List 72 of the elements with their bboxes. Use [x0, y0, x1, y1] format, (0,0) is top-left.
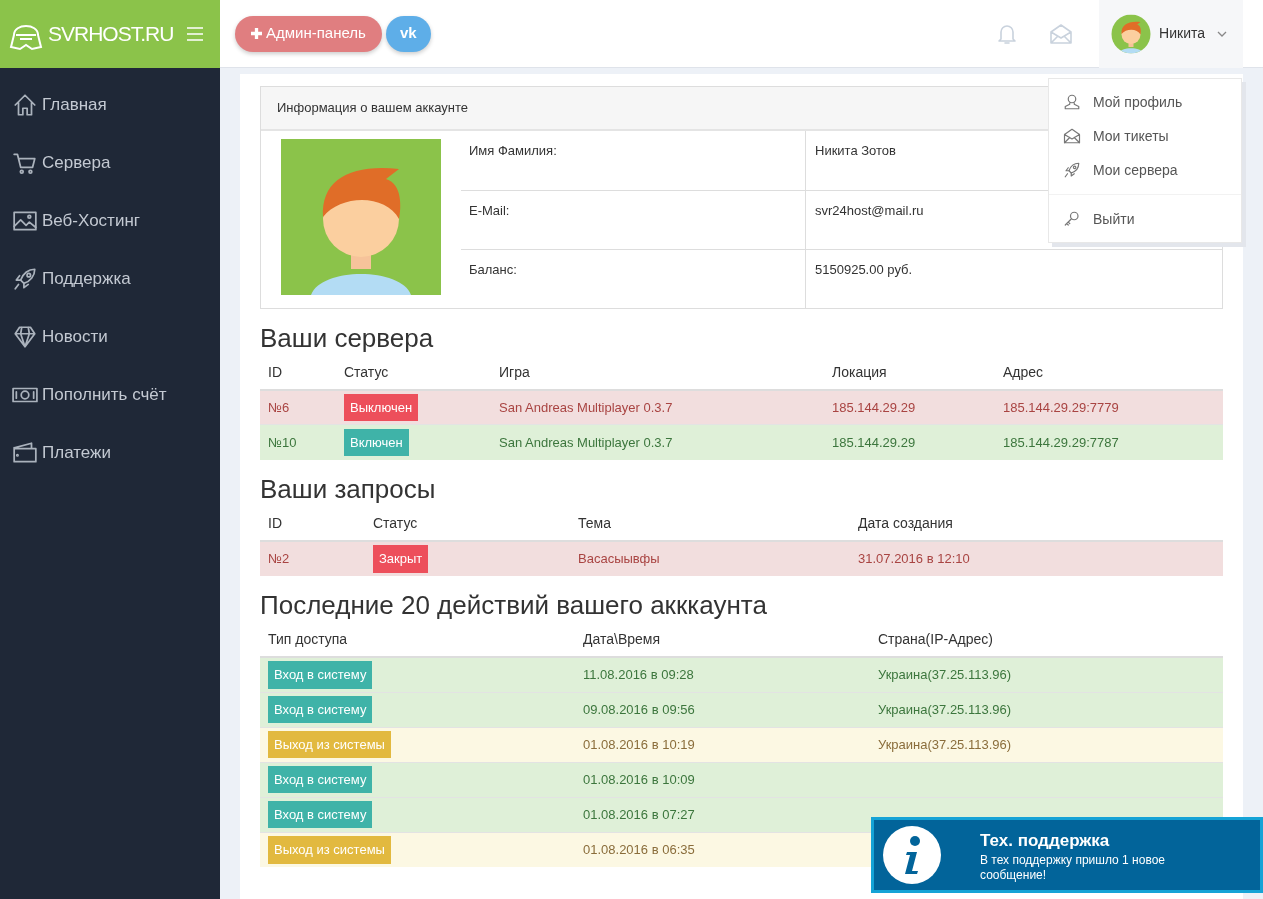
table-cell: San Andreas Multiplayer 0.3.7: [499, 399, 673, 415]
sidebar-item[interactable]: Новости: [0, 308, 220, 366]
caret-icon: [1217, 30, 1227, 37]
table-cell: Васасыывфы: [578, 551, 660, 567]
access-label: Вход в систему: [268, 800, 373, 829]
sidebar-item[interactable]: Веб-Хостинг: [0, 192, 220, 250]
column-header: Статус: [336, 357, 491, 390]
column-header: ID: [260, 357, 336, 390]
column-header: Тема: [570, 508, 850, 541]
access-label: Вход в систему: [268, 661, 373, 689]
table-cell: №6: [268, 399, 290, 415]
menu-icon[interactable]: [186, 26, 204, 42]
user-icon: [1063, 93, 1081, 111]
status-label: Включен: [344, 428, 409, 457]
table-cell: 185.144.29.29: [832, 399, 916, 415]
section-title: Ваши запросы: [260, 473, 437, 505]
table-cell: №2: [268, 551, 290, 567]
table-cell: San Andreas Multiplayer 0.3.7: [499, 434, 673, 450]
table-cell: 01.08.2016 в 07:27: [583, 806, 695, 822]
table-cell: Украина(37.25.113.96): [878, 667, 1012, 683]
envelope-icon: [1063, 127, 1081, 145]
table-cell: 09.08.2016 в 09:56: [583, 701, 695, 717]
table-cell: 185.144.29.29:7787: [1003, 434, 1119, 450]
info-icon: [882, 825, 942, 885]
logo-text: SVRHOST.RU: [48, 21, 174, 48]
table-cell: Украина(37.25.113.96): [878, 701, 1012, 717]
column-header: Локация: [824, 357, 995, 390]
rocket-icon: [1063, 161, 1081, 179]
column-header: Игра: [491, 357, 824, 390]
section-title: Последние 20 действий вашего акккаунта: [260, 589, 768, 622]
plus-icon: [251, 28, 262, 40]
user-name: Никита: [1159, 24, 1205, 43]
sidebar-item[interactable]: Платежи: [0, 424, 220, 482]
column-header: Статус: [365, 508, 570, 541]
column-header: ID: [260, 508, 365, 541]
field-label: E-Mail:: [461, 189, 805, 249]
access-label: Вход в систему: [268, 765, 373, 794]
field-label: Имя Фамилия:: [468, 141, 558, 160]
key-icon: [1063, 210, 1081, 228]
access-label: Выход из системы: [268, 730, 391, 759]
table-cell: Украина(37.25.113.96): [878, 736, 1012, 752]
status-label: Выключен: [344, 393, 419, 422]
wallet-icon: [12, 440, 38, 466]
section-title: Ваши сервера: [260, 322, 435, 354]
sidebar-item[interactable]: Сервера: [0, 134, 220, 192]
toast-message: В тех поддержку пришло 1 новое сообщение!: [980, 853, 1166, 883]
access-label: Выход из системы: [268, 836, 391, 864]
table-cell: 01.08.2016 в 10:19: [583, 736, 695, 752]
table-cell: 01.08.2016 в 10:09: [583, 771, 695, 787]
user-menu-toggle[interactable]: Никита: [1099, 0, 1243, 68]
table-cell: 185.144.29.29:7779: [1003, 399, 1119, 415]
toast-title: Тех. поддержка: [980, 829, 1111, 852]
rocket-icon: [12, 266, 38, 292]
status-label: Закрыт: [373, 545, 429, 573]
access-label: Вход в систему: [268, 695, 373, 724]
sidebar-item[interactable]: Пополнить счёт: [0, 366, 220, 424]
sidebar-item[interactable]: Поддержка: [0, 250, 220, 308]
home-icon: [12, 92, 38, 118]
cart-icon: [12, 150, 38, 176]
table-cell: 11.08.2016 в 09:28: [583, 667, 694, 683]
column-header: Дата создания: [850, 508, 1223, 541]
envelope-icon[interactable]: [1049, 21, 1074, 46]
sidebar-item[interactable]: Главная: [0, 76, 220, 134]
table-cell: 185.144.29.29: [832, 434, 916, 450]
column-header: Адрес: [995, 357, 1223, 390]
image-icon: [12, 208, 38, 234]
table-cell: 01.08.2016 в 06:35: [583, 842, 695, 858]
diamond-icon: [12, 324, 38, 350]
table-cell: 31.07.2016 в 12:10: [858, 551, 970, 567]
field-label: Баланс:: [461, 248, 805, 308]
field-value: 5150925.00 руб.: [805, 248, 1222, 308]
table-cell: №10: [268, 434, 297, 450]
